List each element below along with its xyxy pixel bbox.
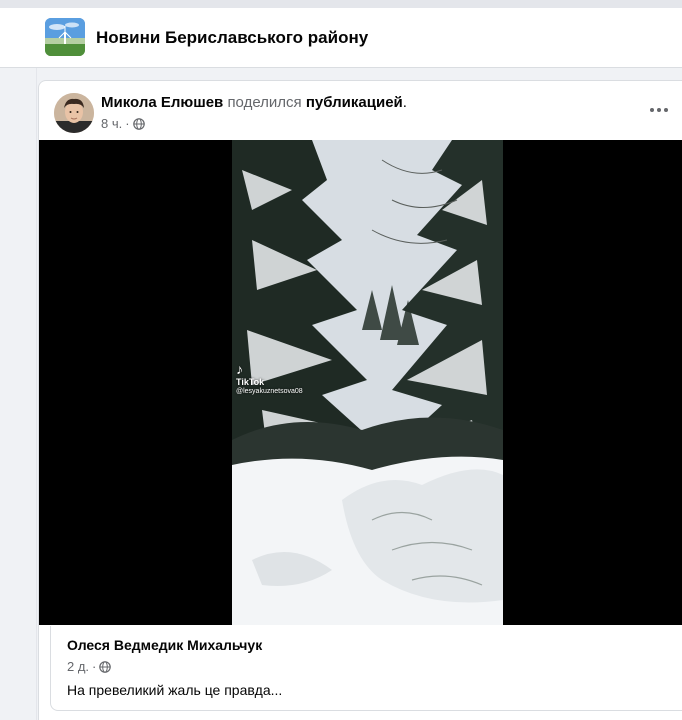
tiktok-watermark: ♪ TikTok @lesyakuznetsova08	[236, 361, 303, 396]
shared-publication-link[interactable]: публикацией	[306, 94, 403, 111]
more-options-button[interactable]	[646, 100, 672, 120]
shared-verb: поделился	[227, 94, 302, 111]
group-avatar[interactable]	[45, 18, 85, 56]
tiktok-handle: @lesyakuznetsova08	[236, 388, 303, 396]
group-header: Новини Бериславського району	[0, 8, 682, 68]
group-name[interactable]: Новини Бериславського району	[96, 28, 368, 48]
author-photo-icon	[54, 93, 94, 133]
post-header-line: Микола Елюшев поделился публикацией.	[101, 94, 407, 111]
shared-post-meta: 2 д. ·	[67, 659, 112, 674]
header-period: .	[402, 94, 407, 111]
globe-icon[interactable]	[99, 660, 112, 673]
more-options-dot	[657, 108, 661, 112]
post-card: Микола Елюшев поделился публикацией. 8 ч…	[38, 80, 682, 720]
more-options-icon	[650, 108, 654, 112]
more-options-dot	[664, 108, 668, 112]
shared-meta-separator: ·	[92, 659, 97, 674]
feed-divider	[36, 68, 37, 720]
group-cover-photo-icon	[45, 18, 85, 56]
author-name[interactable]: Микола Елюшев	[101, 94, 223, 111]
shared-post-timestamp[interactable]: 2 д.	[67, 659, 89, 674]
globe-icon[interactable]	[132, 117, 145, 130]
tiktok-brand: TikTok	[236, 377, 265, 388]
window-top-strip	[0, 0, 682, 8]
video-frame[interactable]: ♪ TikTok @lesyakuznetsova08	[232, 140, 503, 625]
author-avatar[interactable]	[54, 93, 94, 133]
video-player[interactable]: ♪ TikTok @lesyakuznetsova08	[39, 140, 682, 625]
shared-post-text: На превеликий жаль це правда...	[67, 682, 283, 698]
post-timestamp[interactable]: 8 ч.	[101, 116, 122, 131]
tiktok-logo-icon: ♪	[236, 361, 243, 377]
shared-post-author[interactable]: Олеся Ведмедик Михальчук	[67, 637, 262, 653]
meta-separator: ·	[125, 116, 130, 131]
post-meta: 8 ч. ·	[101, 116, 145, 131]
shared-post-box[interactable]: Олеся Ведмедик Михальчук 2 д. · На преве…	[50, 626, 682, 711]
